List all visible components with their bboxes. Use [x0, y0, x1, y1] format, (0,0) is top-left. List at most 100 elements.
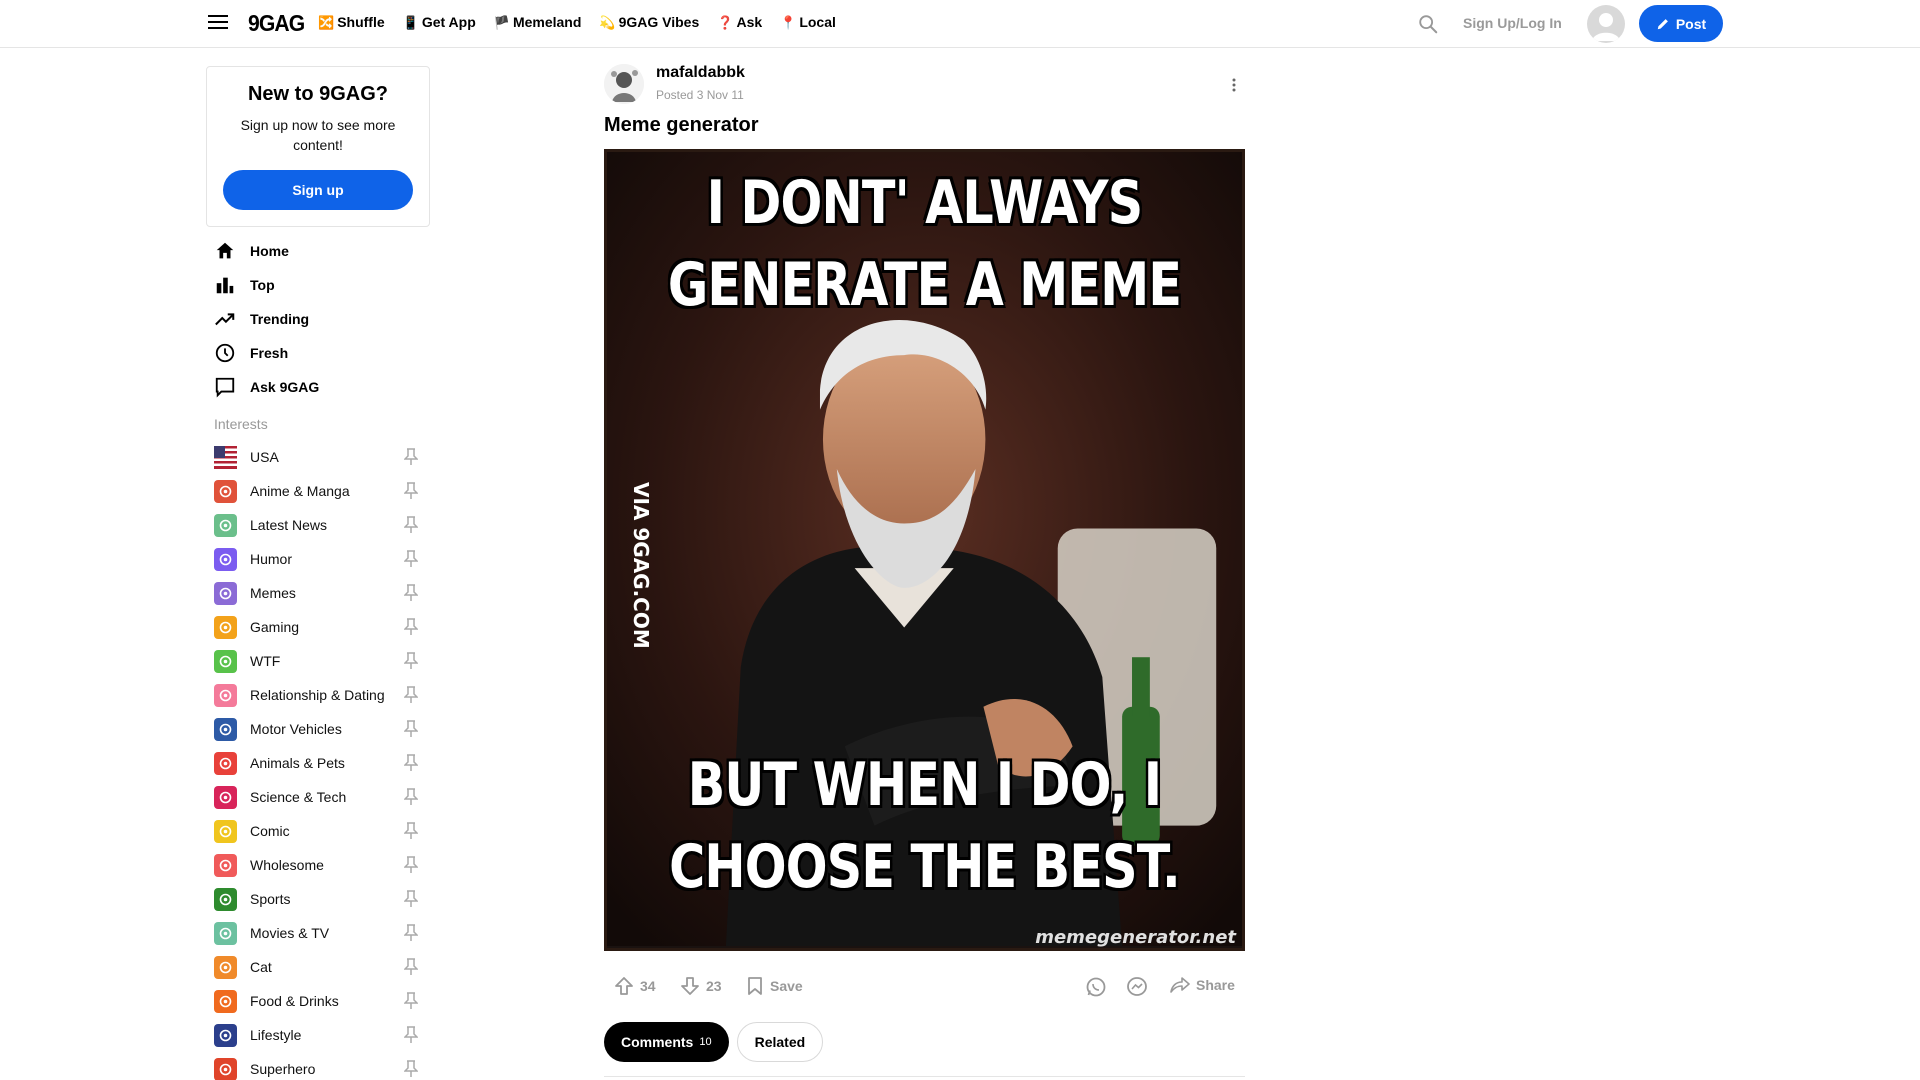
post-button[interactable]: Post — [1639, 5, 1723, 42]
comments-count: 10 — [699, 1036, 712, 1048]
post-tabs: Comments 10 Related — [604, 1022, 824, 1062]
interests-list: USA Anime & Manga Latest News Humor Memes Gam… — [214, 440, 418, 1080]
interest-icon — [214, 751, 237, 775]
author-avatar[interactable] — [604, 64, 644, 104]
meme-image[interactable]: I DONT' ALWAYS GENERATE A MEME BUT WHEN … — [604, 149, 1245, 951]
downvote-button[interactable]: 23 — [680, 976, 722, 996]
interest-item-wtf[interactable]: WTF — [214, 644, 418, 678]
whatsapp-share-button[interactable] — [1085, 976, 1107, 998]
more-options-icon[interactable] — [1228, 76, 1240, 94]
pin-icon[interactable] — [404, 924, 418, 942]
interest-label: Humor — [250, 551, 293, 567]
post-actions: 34 23 Save Share — [604, 976, 1245, 1006]
sidebar-item-label: Ask 9GAG — [250, 379, 320, 395]
trending-icon — [215, 313, 235, 326]
interest-item-humor[interactable]: Humor — [214, 542, 418, 576]
pin-icon[interactable] — [404, 482, 418, 500]
nav-link-ask[interactable]: ❓ Ask — [717, 14, 762, 30]
home-icon — [216, 242, 234, 259]
interest-item-science-tech[interactable]: Science & Tech — [214, 780, 418, 814]
signup-button[interactable]: Sign up — [223, 170, 413, 210]
save-button[interactable]: Save — [746, 976, 803, 996]
interest-item-lifestyle[interactable]: Lifestyle — [214, 1018, 418, 1052]
interest-item-gaming[interactable]: Gaming — [214, 610, 418, 644]
interest-item-cat[interactable]: Cat — [214, 950, 418, 984]
pin-icon[interactable] — [404, 652, 418, 670]
interest-item-superhero[interactable]: Superhero — [214, 1052, 418, 1080]
pin-icon[interactable] — [404, 550, 418, 568]
search-icon[interactable] — [1417, 13, 1439, 35]
pin-icon[interactable] — [404, 958, 418, 976]
interest-item-memes[interactable]: Memes — [214, 576, 418, 610]
pin-icon[interactable] — [404, 720, 418, 738]
pin-icon[interactable] — [404, 822, 418, 840]
interest-icon — [214, 1057, 237, 1080]
interest-item-usa[interactable]: USA — [214, 440, 418, 474]
nav-link-label: Shuffle — [337, 14, 385, 30]
interest-item-food-drinks[interactable]: Food & Drinks — [214, 984, 418, 1018]
interest-icon — [214, 615, 237, 639]
interest-item-anime-manga[interactable]: Anime & Manga — [214, 474, 418, 508]
author-name[interactable]: mafaldabbk — [656, 64, 745, 82]
interest-label: Anime & Manga — [250, 483, 350, 499]
messenger-share-button[interactable] — [1126, 976, 1148, 998]
pin-icon[interactable] — [404, 516, 418, 534]
downvote-arrow-icon — [681, 977, 699, 995]
sidebar-item-top[interactable]: Top — [214, 268, 430, 302]
nav-link-9gag-vibes[interactable]: 💫 9GAG Vibes — [599, 14, 699, 30]
pin-icon[interactable] — [404, 856, 418, 874]
interest-label: Gaming — [250, 619, 300, 635]
tab-comments[interactable]: Comments 10 — [604, 1022, 729, 1062]
sidebar-item-ask-9gag[interactable]: Ask 9GAG — [214, 370, 430, 404]
pin-icon[interactable] — [404, 686, 418, 704]
interest-label: Movies & TV — [250, 925, 330, 941]
signup-card: New to 9GAG? Sign up now to see more con… — [206, 66, 430, 227]
upvote-arrow-icon — [615, 977, 633, 995]
pin-icon[interactable] — [404, 618, 418, 636]
nav-link-local[interactable]: 📍 Local — [780, 14, 836, 30]
tab-comments-label: Comments — [621, 1034, 694, 1050]
pin-icon[interactable] — [404, 1060, 418, 1078]
interest-item-comic[interactable]: Comic — [214, 814, 418, 848]
sidebar-item-label: Fresh — [250, 345, 289, 361]
interest-item-relationship-dating[interactable]: Relationship & Dating — [214, 678, 418, 712]
pin-icon[interactable] — [404, 992, 418, 1010]
nav-link-memeland[interactable]: 🏴 Memeland — [494, 14, 582, 30]
signup-card-title: New to 9GAG? — [247, 83, 388, 105]
sidebar-item-home[interactable]: Home — [214, 234, 430, 268]
interest-item-movies-tv[interactable]: Movies & TV — [214, 916, 418, 950]
interest-item-animals-pets[interactable]: Animals & Pets — [214, 746, 418, 780]
sidebar-item-label: Home — [250, 243, 289, 259]
upvote-button[interactable]: 34 — [614, 976, 656, 996]
pin-icon[interactable] — [404, 754, 418, 772]
nav-link-shuffle[interactable]: 🔀 Shuffle — [318, 14, 385, 30]
pin-icon[interactable] — [404, 890, 418, 908]
interest-item-latest-news[interactable]: Latest News — [214, 508, 418, 542]
avatar[interactable] — [1587, 5, 1625, 43]
sidebar-item-fresh[interactable]: Fresh — [214, 336, 430, 370]
tab-related[interactable]: Related — [736, 1022, 824, 1062]
interest-item-sports[interactable]: Sports — [214, 882, 418, 916]
share-button[interactable]: Share — [1170, 976, 1235, 994]
interest-label: Memes — [250, 585, 296, 601]
logo[interactable]: 9GAG — [248, 10, 305, 37]
pin-icon[interactable] — [404, 1026, 418, 1044]
interest-icon — [214, 785, 237, 809]
interest-icon — [214, 853, 237, 877]
sidebar-item-trending[interactable]: Trending — [214, 302, 430, 336]
nav-link-label: 9GAG Vibes — [618, 14, 700, 30]
interest-item-motor-vehicles[interactable]: Motor Vehicles — [214, 712, 418, 746]
nav-link-get-app[interactable]: 📱 Get App — [403, 14, 476, 30]
interest-label: Motor Vehicles — [250, 721, 342, 737]
interest-icon — [214, 989, 237, 1013]
tab-related-label: Related — [754, 1034, 806, 1050]
meme-bottom-text: BUT WHEN I DO, I CHOOSE THE BEST. — [669, 750, 1181, 902]
interest-icon — [214, 1023, 237, 1047]
pin-icon[interactable] — [404, 448, 418, 466]
menu-icon[interactable] — [208, 15, 228, 31]
interest-icon — [214, 513, 237, 537]
interest-item-wholesome[interactable]: Wholesome — [214, 848, 418, 882]
pin-icon[interactable] — [404, 584, 418, 602]
signup-login-link[interactable]: Sign Up/Log In — [1463, 15, 1562, 31]
pin-icon[interactable] — [404, 788, 418, 806]
